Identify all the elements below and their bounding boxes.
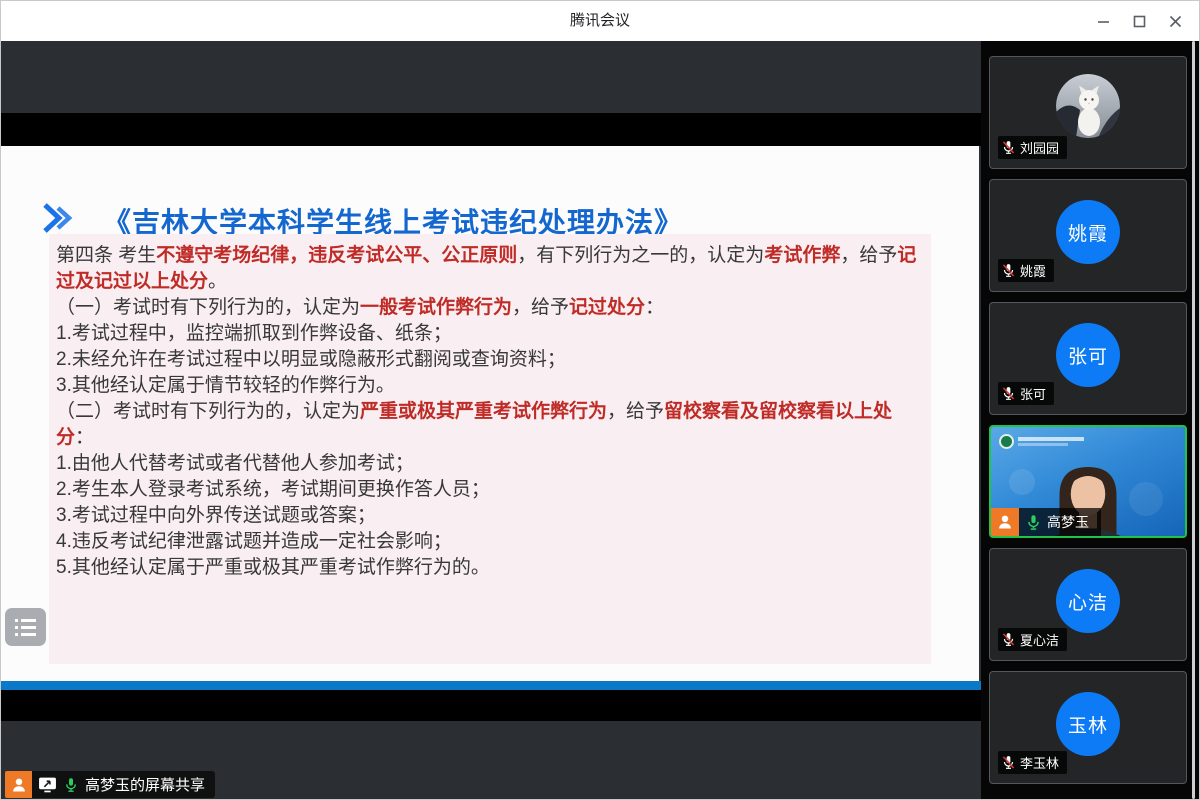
text-segment: 考试作弊 <box>764 245 840 266</box>
text-segment: 3.考试过程中向外界传送试题或答案； <box>56 505 376 526</box>
name-badge: 李玉林 <box>998 751 1067 774</box>
slide-paragraph: 1.考试过程中，监控端抓取到作弊设备、纸条； <box>56 321 919 347</box>
letterbox-top <box>1 113 981 146</box>
share-status-badge: 高梦玉的屏幕共享 <box>32 771 215 798</box>
slide-paragraph: 2.未经允许在考试过程中以明显或隐蔽形式翻阅或查询资料； <box>56 347 919 373</box>
text-segment: 1.考试过程中，监控端抓取到作弊设备、纸条； <box>56 323 452 344</box>
text-segment: （一）考试时有下列行为的，认定为 <box>56 297 360 318</box>
text-segment: ，给予 <box>607 401 664 422</box>
slide-paragraph: 3.考试过程中向外界传送试题或答案； <box>56 503 919 529</box>
text-segment: ，给予 <box>512 297 569 318</box>
avatar: 心洁 <box>1056 569 1120 633</box>
text-segment: ，有下列行为之一的，认定为 <box>517 245 764 266</box>
cat-photo <box>1056 74 1120 138</box>
name-badge: 夏心洁 <box>998 628 1067 651</box>
window-title: 腾讯会议 <box>1 1 1199 41</box>
participants-panel: 刘园园 姚霞 姚霞 张可 <box>981 41 1200 800</box>
slide-paragraph: 1.由他人代替考试或者代替他人参加考试； <box>56 451 919 477</box>
mic-muted-icon <box>1001 632 1016 647</box>
text-segment: 2.考生本人登录考试系统，考试期间更换作答人员； <box>56 479 490 500</box>
active-name-bar: 高梦玉 <box>991 508 1101 536</box>
titlebar: 腾讯会议 <box>1 1 1199 41</box>
list-icon <box>15 619 36 636</box>
text-segment: ： <box>645 297 664 318</box>
participant-name: 夏心洁 <box>1020 630 1059 649</box>
university-logo <box>999 434 1084 449</box>
text-segment: 一般考试作弊行为 <box>360 297 512 318</box>
name-badge: 张可 <box>998 382 1054 405</box>
participant-tile[interactable]: 心洁 夏心洁 <box>989 548 1187 661</box>
participant-tile-active-speaker[interactable]: 高梦玉 <box>989 425 1187 538</box>
screen-share-indicator: 高梦玉的屏幕共享 <box>5 771 215 798</box>
text-segment: 4.违反考试纪律泄露试题并造成一定社会影响； <box>56 531 452 552</box>
text-segment: 严重或极其严重考试作弊行为 <box>360 401 607 422</box>
avatar: 张可 <box>1056 323 1120 387</box>
text-segment: 2.未经允许在考试过程中以明显或隐蔽形式翻阅或查询资料； <box>56 349 566 370</box>
person-icon <box>10 776 28 794</box>
screen-share-icon <box>38 776 57 793</box>
slide-paragraph: （一）考试时有下列行为的，认定为一般考试作弊行为，给予记过处分： <box>56 295 919 321</box>
slide-paragraph: 5.其他经认定属于严重或极其严重考试作弊行为的。 <box>56 555 919 581</box>
participant-tile[interactable]: 张可 张可 <box>989 302 1187 415</box>
text-segment: 不遵守考场纪律，违反考试公平、公正原则 <box>156 245 517 266</box>
mic-on-icon <box>1025 514 1042 531</box>
participant-name: 姚霞 <box>1020 261 1046 280</box>
minimize-button[interactable] <box>1085 3 1121 39</box>
name-badge: 刘园园 <box>998 136 1067 159</box>
text-segment: （二）考试时有下列行为的，认定为 <box>56 401 360 422</box>
avatar <box>1056 74 1120 138</box>
presenter-badge <box>5 771 32 798</box>
participant-name: 张可 <box>1020 384 1046 403</box>
slide-bottom-rule <box>1 681 981 690</box>
sharing-badge <box>991 508 1019 536</box>
text-segment: 记过处分 <box>569 297 645 318</box>
participant-name: 高梦玉 <box>1047 512 1089 532</box>
slide-paragraph: 2.考生本人登录考试系统，考试期间更换作答人员； <box>56 477 919 503</box>
participant-tile[interactable]: 姚霞 姚霞 <box>989 179 1187 292</box>
participant-name: 李玉林 <box>1020 753 1059 772</box>
text-segment: 1.由他人代替考试或者代替他人参加考试； <box>56 453 414 474</box>
text-segment: 第四条 考生 <box>56 245 156 266</box>
avatar: 姚霞 <box>1056 200 1120 264</box>
name-badge: 姚霞 <box>998 259 1054 282</box>
slide-body: 第四条 考生不遵守考场纪律，违反考试公平、公正原则，有下列行为之一的，认定为考试… <box>49 234 931 664</box>
avatar: 玉林 <box>1056 692 1120 756</box>
slide-paragraph: 第四条 考生不遵守考场纪律，违反考试公平、公正原则，有下列行为之一的，认定为考试… <box>56 243 919 295</box>
participant-name: 刘园园 <box>1020 138 1059 157</box>
window-controls <box>1085 1 1193 41</box>
panel-scrollbar[interactable] <box>1192 41 1195 799</box>
person-icon <box>996 513 1014 531</box>
presentation-slide: 《吉林大学本科学生线上考试违纪处理办法》 第四条 考生不遵守考场纪律，违反考试公… <box>1 146 979 681</box>
slide-paragraph: 4.违反考试纪律泄露试题并造成一定社会影响； <box>56 529 919 555</box>
close-button[interactable] <box>1157 3 1193 39</box>
mic-muted-icon <box>1001 140 1016 155</box>
text-segment: 。 <box>208 271 227 292</box>
text-segment: ，给予 <box>840 245 897 266</box>
app-window: 腾讯会议 《吉林大学本科学生线上考试违 <box>0 0 1200 800</box>
slide-paragraph: （二）考试时有下列行为的，认定为严重或极其严重考试作弊行为，给予留校察看及留校察… <box>56 399 919 451</box>
mic-muted-icon <box>1001 755 1016 770</box>
mic-muted-icon <box>1001 263 1016 278</box>
text-segment: ： <box>75 427 94 448</box>
mic-on-icon <box>63 777 79 793</box>
agenda-list-button[interactable] <box>5 608 46 646</box>
text-segment: 3.其他经认定属于情节较轻的作弊行为。 <box>56 375 395 396</box>
mic-muted-icon <box>1001 386 1016 401</box>
letterbox-bottom <box>1 690 981 721</box>
text-segment: 5.其他经认定属于严重或极其严重考试作弊行为的。 <box>56 557 490 578</box>
slide-paragraph: 3.其他经认定属于情节较轻的作弊行为。 <box>56 373 919 399</box>
maximize-button[interactable] <box>1121 3 1157 39</box>
participant-tile[interactable]: 玉林 李玉林 <box>989 671 1187 784</box>
shared-screen-view: 《吉林大学本科学生线上考试违纪处理办法》 第四条 考生不遵守考场纪律，违反考试公… <box>1 41 981 800</box>
participant-tile[interactable]: 刘园园 <box>989 56 1187 169</box>
share-status-label: 高梦玉的屏幕共享 <box>85 774 205 795</box>
